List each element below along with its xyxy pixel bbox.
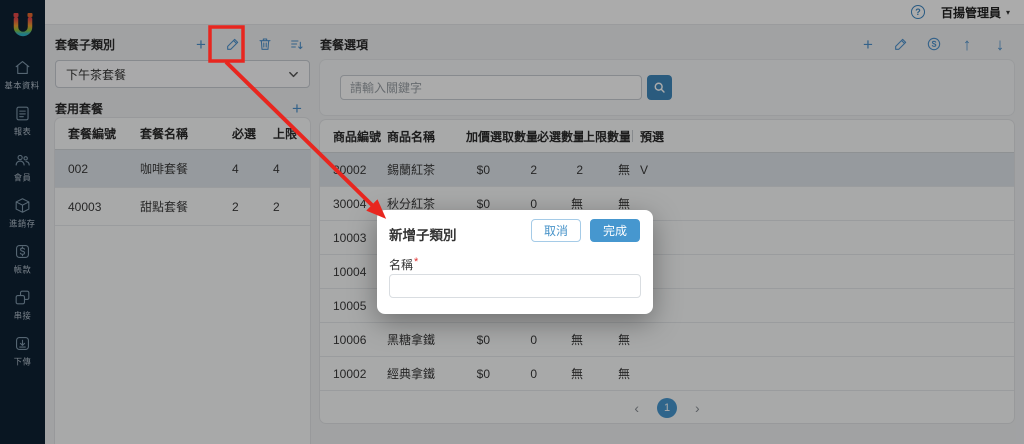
cancel-button[interactable]: 取消 bbox=[531, 219, 581, 242]
name-field-label: 名稱* bbox=[389, 256, 418, 273]
app-window: 基本資料 報表 會員 進銷存 帳款 串接 bbox=[0, 0, 1024, 444]
add-subcategory-dialog: 新增子類別 取消 完成 名稱* bbox=[377, 210, 653, 314]
confirm-button[interactable]: 完成 bbox=[590, 219, 640, 242]
name-input[interactable] bbox=[389, 274, 641, 298]
dialog-title: 新增子類別 bbox=[389, 224, 457, 244]
required-asterisk: * bbox=[414, 256, 418, 268]
